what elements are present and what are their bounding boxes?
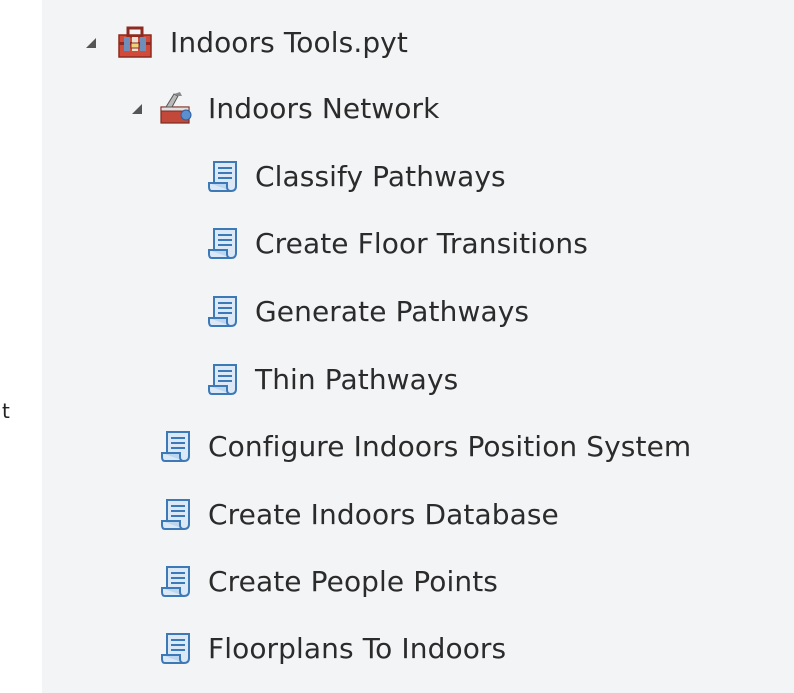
script-tool-icon [158, 495, 196, 533]
script-tool-icon [158, 562, 196, 600]
script-tool-icon [205, 360, 243, 398]
expand-toggle-icon[interactable] [130, 101, 144, 115]
toolset-icon [158, 89, 196, 127]
tree-item-label: Create People Points [208, 564, 498, 598]
tree-item-label: Configure Indoors Position System [208, 429, 692, 463]
tree-item-label: Generate Pathways [255, 294, 530, 328]
tree-item-label: Indoors Network [208, 91, 440, 125]
script-tool-icon [158, 427, 196, 465]
tree-item-tool[interactable]: Thin Pathways [205, 357, 458, 401]
tree-item-label: Classify Pathways [255, 159, 506, 193]
tree-item-tool[interactable]: Floorplans To Indoors [158, 626, 506, 670]
left-edge-strip: t [0, 0, 42, 693]
tree-item-tool[interactable]: Generate Pathways [205, 289, 529, 333]
tree-item-tool[interactable]: Classify Pathways [205, 154, 506, 198]
script-tool-icon [205, 224, 243, 262]
tree-item-tool[interactable]: Configure Indoors Position System [158, 424, 691, 468]
tree-item-label: Indoors Tools.pyt [170, 25, 408, 59]
tree-item-label: Create Indoors Database [208, 497, 559, 531]
tree-item-label: Thin Pathways [255, 362, 459, 396]
tree-item-label: Floorplans To Indoors [208, 631, 507, 665]
truncated-text-fragment: t [2, 399, 10, 423]
tree-item-label: Create Floor Transitions [255, 226, 588, 260]
tree-item-tool[interactable]: Create People Points [158, 559, 498, 603]
tree-item-tool[interactable]: Create Floor Transitions [205, 221, 588, 265]
script-tool-icon [205, 157, 243, 195]
tree-item-toolset[interactable]: Indoors Network [158, 86, 439, 130]
tree-item-tool[interactable]: Create Indoors Database [158, 492, 559, 536]
script-tool-icon [158, 629, 196, 667]
expand-toggle-icon[interactable] [84, 35, 98, 49]
toolbox-icon [116, 23, 154, 61]
script-tool-icon [205, 292, 243, 330]
tree-item-toolbox[interactable]: Indoors Tools.pyt [116, 20, 408, 64]
